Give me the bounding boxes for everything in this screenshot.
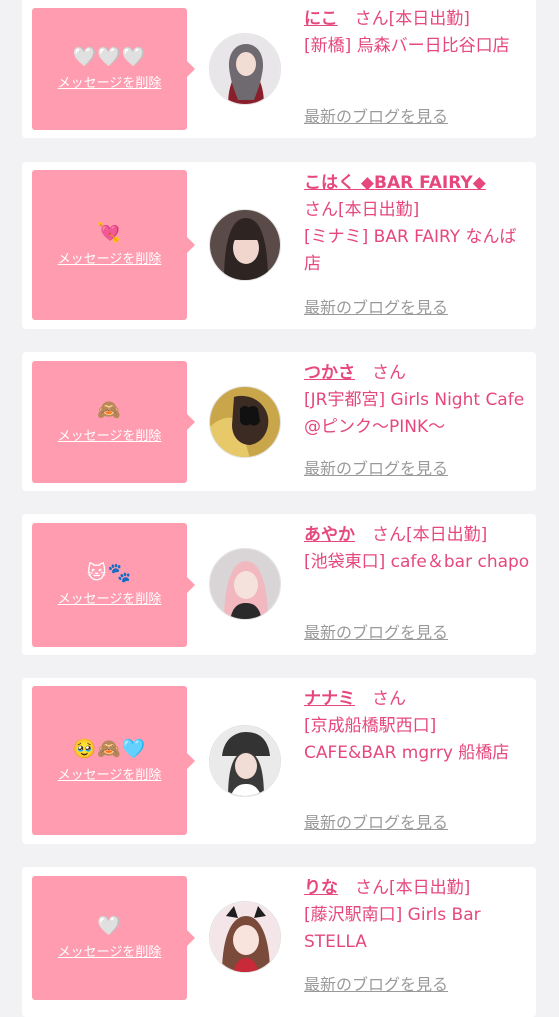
cast-photo-icon <box>210 726 280 796</box>
message-emoji: 🐱🐾 <box>86 562 133 584</box>
avatar[interactable] <box>209 209 281 281</box>
message-emoji: 🤍🤍🤍 <box>72 46 147 68</box>
message-card: 🤍🤍🤍 メッセージを削除 にこ さん[本日出勤] [新橋] 烏森バー日比谷口店 … <box>22 0 536 138</box>
message-info: にこ さん[本日出勤] [新橋] 烏森バー日比谷口店 <box>304 6 532 60</box>
cast-status: さん <box>355 689 406 709</box>
message-info: りな さん[本日出勤] [藤沢駅南口] Girls Bar STELLA <box>304 875 532 956</box>
cast-photo-icon <box>210 387 280 457</box>
message-card: 🐱🐾 メッセージを削除 あやか さん[本日出勤] [池袋東口] cafe＆bar… <box>22 514 536 655</box>
message-emoji: 🥹🙈🩵 <box>72 737 147 760</box>
avatar[interactable] <box>209 386 281 458</box>
message-bubble: 🤍 メッセージを削除 <box>32 876 195 1000</box>
latest-blog-link[interactable]: 最新のブログを見る <box>304 459 448 479</box>
message-info: あやか さん[本日出勤] [池袋東口] cafe＆bar chapo <box>304 522 532 576</box>
message-card: 🙈 メッセージを削除 つかさ さん [JR宇都宮] Girls Night Ca… <box>22 352 536 491</box>
avatar[interactable] <box>209 548 281 620</box>
avatar[interactable] <box>209 33 281 105</box>
message-bubble: 🥹🙈🩵 メッセージを削除 <box>32 686 195 835</box>
shop-name: [藤沢駅南口] Girls Bar STELLA <box>304 905 481 952</box>
message-card: 🥹🙈🩵 メッセージを削除 ナナミ さん [京成船橋駅西口] CAFE&BAR m… <box>22 678 536 844</box>
message-bubble: 🤍🤍🤍 メッセージを削除 <box>32 8 195 130</box>
shop-name: [新橋] 烏森バー日比谷口店 <box>304 36 510 56</box>
message-card: 🤍 メッセージを削除 りな さん[本日出勤] [藤沢駅南口] Girls Bar… <box>22 867 536 1017</box>
cast-name-link[interactable]: つかさ <box>304 363 355 383</box>
cast-status: さん[本日出勤] <box>304 200 420 220</box>
delete-message-link[interactable]: メッセージを削除 <box>58 592 162 608</box>
message-bubble: 💘 メッセージを削除 <box>32 170 195 320</box>
latest-blog-link[interactable]: 最新のブログを見る <box>304 623 448 643</box>
latest-blog-link[interactable]: 最新のブログを見る <box>304 107 448 127</box>
message-list: 🤍🤍🤍 メッセージを削除 にこ さん[本日出勤] [新橋] 烏森バー日比谷口店 … <box>0 0 559 1017</box>
cast-status: さん <box>355 363 406 383</box>
message-card: 💘 メッセージを削除 こはく ◆BAR FAIRY◆ さん[本日出勤] [ミナミ… <box>22 162 536 329</box>
avatar[interactable] <box>209 725 281 797</box>
cast-name-link[interactable]: りな <box>304 878 338 898</box>
delete-message-link[interactable]: メッセージを削除 <box>58 945 162 961</box>
message-info: ナナミ さん [京成船橋駅西口] CAFE&BAR mgrry 船橋店 <box>304 686 532 767</box>
shop-name: [JR宇都宮] Girls Night Cafe @ピンク〜PINK〜 <box>304 390 525 437</box>
avatar[interactable] <box>209 901 281 973</box>
shop-name: [京成船橋駅西口] CAFE&BAR mgrry 船橋店 <box>304 716 510 763</box>
message-info: こはく ◆BAR FAIRY◆ さん[本日出勤] [ミナミ] BAR FAIRY… <box>304 170 532 278</box>
cast-photo-icon <box>210 34 280 104</box>
cast-status: さん[本日出勤] <box>337 9 470 29</box>
shop-name: [ミナミ] BAR FAIRY なんば店 <box>304 227 517 274</box>
cast-photo-icon <box>210 902 280 972</box>
cast-status: さん[本日出勤] <box>338 878 471 898</box>
latest-blog-link[interactable]: 最新のブログを見る <box>304 813 448 833</box>
delete-message-link[interactable]: メッセージを削除 <box>58 76 162 92</box>
latest-blog-link[interactable]: 最新のブログを見る <box>304 975 448 995</box>
message-emoji: 🙈 <box>97 399 122 421</box>
shop-name: [池袋東口] cafe＆bar chapo <box>304 552 530 572</box>
delete-message-link[interactable]: メッセージを削除 <box>58 768 162 784</box>
cast-name-link[interactable]: にこ <box>304 9 338 29</box>
message-emoji: 🤍 <box>97 915 122 937</box>
message-emoji: 💘 <box>97 222 122 244</box>
latest-blog-link[interactable]: 最新のブログを見る <box>304 298 448 318</box>
message-info: つかさ さん [JR宇都宮] Girls Night Cafe @ピンク〜PIN… <box>304 360 532 441</box>
cast-name-link[interactable]: こはく ◆BAR FAIRY◆ <box>304 173 486 193</box>
message-bubble: 🙈 メッセージを削除 <box>32 361 195 483</box>
cast-photo-icon <box>210 210 280 280</box>
delete-message-link[interactable]: メッセージを削除 <box>58 252 162 268</box>
cast-name-link[interactable]: あやか <box>304 525 355 545</box>
cast-status: さん[本日出勤] <box>355 525 488 545</box>
cast-photo-icon <box>210 549 280 619</box>
delete-message-link[interactable]: メッセージを削除 <box>58 429 162 445</box>
message-bubble: 🐱🐾 メッセージを削除 <box>32 523 195 647</box>
cast-name-link[interactable]: ナナミ <box>304 689 355 709</box>
